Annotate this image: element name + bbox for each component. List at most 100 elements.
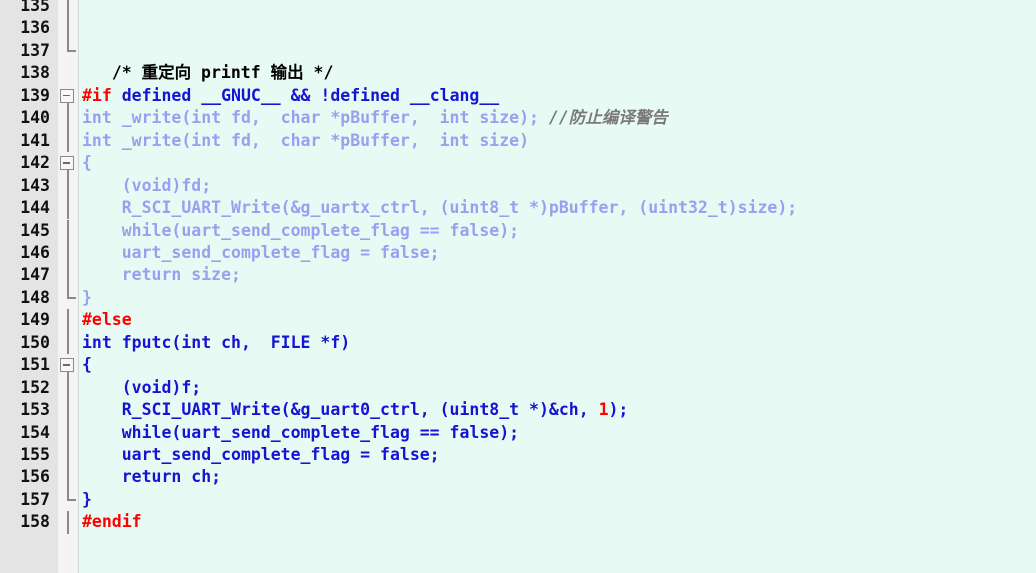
fold-collapse-button[interactable]: [58, 354, 78, 378]
code-token: while(uart_send_complete_flag == false);: [82, 422, 520, 442]
code-token: {: [82, 355, 92, 375]
code-text[interactable]: #else: [82, 309, 1036, 331]
code-text[interactable]: return size;: [82, 264, 1036, 286]
fold-guide-icon: [67, 17, 69, 40]
code-line[interactable]: 142 {: [0, 152, 1036, 176]
line-number: 152: [20, 377, 50, 397]
fold-guide-line: [58, 264, 78, 287]
code-line[interactable]: 145 while(uart_send_complete_flag == fal…: [0, 219, 1036, 242]
code-text[interactable]: int _write(int fd, char *pBuffer, int si…: [82, 107, 1036, 129]
fold-guide-line: [58, 219, 78, 242]
code-token: );: [608, 400, 629, 420]
fold-guide-icon: [67, 219, 69, 242]
code-line[interactable]: 144 R_SCI_UART_Write(&g_uartx_ctrl, (uin…: [0, 197, 1036, 220]
fold-guide-icon: [67, 399, 69, 422]
code-token: (void)f;: [82, 377, 202, 397]
code-token: }: [82, 287, 92, 307]
code-text[interactable]: }: [82, 489, 1036, 511]
fold-guide-icon: [67, 174, 69, 198]
code-line[interactable]: 156 return ch;: [0, 466, 1036, 489]
code-line[interactable]: 147 return size;: [0, 264, 1036, 287]
code-line[interactable]: 148}: [0, 286, 1036, 309]
code-line[interactable]: 139 #if defined __GNUC__ && !defined __cl…: [0, 85, 1036, 108]
code-token: {: [82, 153, 92, 173]
code-line[interactable]: 151 {: [0, 354, 1036, 378]
code-token: #if: [82, 85, 112, 105]
code-line[interactable]: 152 (void)f;: [0, 376, 1036, 400]
collapse-minus-icon[interactable]: [60, 88, 74, 103]
fold-guide-icon: [67, 241, 69, 265]
fold-guide-line: [58, 376, 78, 400]
code-text[interactable]: uart_send_complete_flag = false;: [82, 242, 1036, 264]
collapse-minus-icon[interactable]: [60, 358, 74, 373]
code-token: //防止编译警告: [548, 108, 668, 128]
code-text[interactable]: int fputc(int ch, FILE *f): [82, 332, 1036, 354]
code-line[interactable]: 158 #endif: [0, 511, 1036, 534]
fold-guide-icon: [67, 444, 69, 467]
code-line[interactable]: 157}: [0, 488, 1036, 511]
fold-collapse-button[interactable]: [58, 152, 78, 176]
fold-guide-line: [58, 241, 78, 265]
code-line[interactable]: 154 while(uart_send_complete_flag == fal…: [0, 421, 1036, 444]
fold-guide-icon: [67, 511, 69, 534]
code-line[interactable]: 135: [0, 0, 1036, 18]
code-editor[interactable]: 135 136 137 138 /* 重定向 printf 输出 */139 #if d…: [0, 0, 1036, 573]
code-line[interactable]: 140 int _write(int fd, char *pBuffer, int…: [0, 107, 1036, 130]
code-text[interactable]: while(uart_send_complete_flag == false);: [82, 220, 1036, 242]
fold-guide-icon: [67, 197, 69, 220]
fold-guide-line: [58, 444, 78, 467]
code-line[interactable]: 155 uart_send_complete_flag = false;: [0, 444, 1036, 467]
line-number: 142: [20, 153, 50, 173]
code-token: R_SCI_UART_Write(&g_uartx_ctrl, (uint8_t…: [82, 198, 798, 218]
fold-guide-icon: [67, 264, 69, 287]
code-line[interactable]: 146 uart_send_complete_flag = false;: [0, 241, 1036, 265]
code-text[interactable]: while(uart_send_complete_flag == false);: [82, 422, 1036, 444]
code-token: uart_send_complete_flag = false;: [82, 242, 440, 262]
code-text[interactable]: {: [82, 152, 1036, 174]
code-text[interactable]: R_SCI_UART_Write(&g_uartx_ctrl, (uint8_t…: [82, 197, 1036, 219]
code-text[interactable]: }: [82, 287, 1036, 309]
fold-guide-icon: [67, 421, 69, 444]
fold-guide-line: [58, 466, 78, 489]
fold-guide-line: [58, 197, 78, 220]
line-number: 139: [20, 85, 50, 105]
code-token: uart_send_complete_flag = false;: [82, 445, 440, 464]
code-line[interactable]: 141 int _write(int fd, char *pBuffer, int…: [0, 129, 1036, 153]
line-number: 149: [20, 310, 50, 330]
line-number: 145: [20, 220, 50, 240]
code-text[interactable]: (void)fd;: [82, 175, 1036, 197]
code-text[interactable]: #if defined __GNUC__ && !defined __clang…: [82, 85, 1036, 107]
line-number: 147: [20, 265, 50, 285]
code-text[interactable]: (void)f;: [82, 377, 1036, 399]
code-line[interactable]: 143 (void)fd;: [0, 174, 1036, 198]
fold-guide-line: [58, 0, 78, 18]
fold-guide-line: [58, 309, 78, 332]
code-line[interactable]: 136: [0, 17, 1036, 40]
line-number: 138: [20, 63, 50, 83]
code-text[interactable]: R_SCI_UART_Write(&g_uart0_ctrl, (uint8_t…: [82, 399, 1036, 421]
code-token: 1: [598, 400, 609, 420]
collapse-minus-icon[interactable]: [60, 156, 74, 171]
code-line[interactable]: 153 R_SCI_UART_Write(&g_uart0_ctrl, (uin…: [0, 399, 1036, 422]
fold-guide-line: [58, 399, 78, 422]
code-text[interactable]: int _write(int fd, char *pBuffer, int si…: [82, 130, 1036, 152]
code-text[interactable]: return ch;: [82, 466, 1036, 488]
fold-guide-icon: [67, 107, 69, 130]
fold-region-end-marker: [58, 488, 78, 511]
code-token: (void)fd;: [82, 175, 212, 195]
line-number: 135: [20, 0, 50, 15]
code-text[interactable]: #endif: [82, 511, 1036, 533]
line-number: 144: [20, 198, 50, 218]
fold-collapse-button[interactable]: [58, 85, 78, 108]
code-text[interactable]: uart_send_complete_flag = false;: [82, 444, 1036, 466]
line-number: 154: [20, 422, 50, 442]
code-token: return ch;: [82, 467, 222, 487]
code-text[interactable]: /* 重定向 printf 输出 */: [82, 62, 1036, 84]
code-line[interactable]: 137: [0, 39, 1036, 62]
code-line[interactable]: 138 /* 重定向 printf 输出 */: [0, 62, 1036, 84]
code-token: return size;: [82, 265, 241, 285]
fold-guide-line: [58, 129, 78, 153]
code-text[interactable]: {: [82, 354, 1036, 376]
code-line[interactable]: 149 #else: [0, 309, 1036, 332]
code-line[interactable]: 150 int fputc(int ch, FILE *f): [0, 331, 1036, 355]
